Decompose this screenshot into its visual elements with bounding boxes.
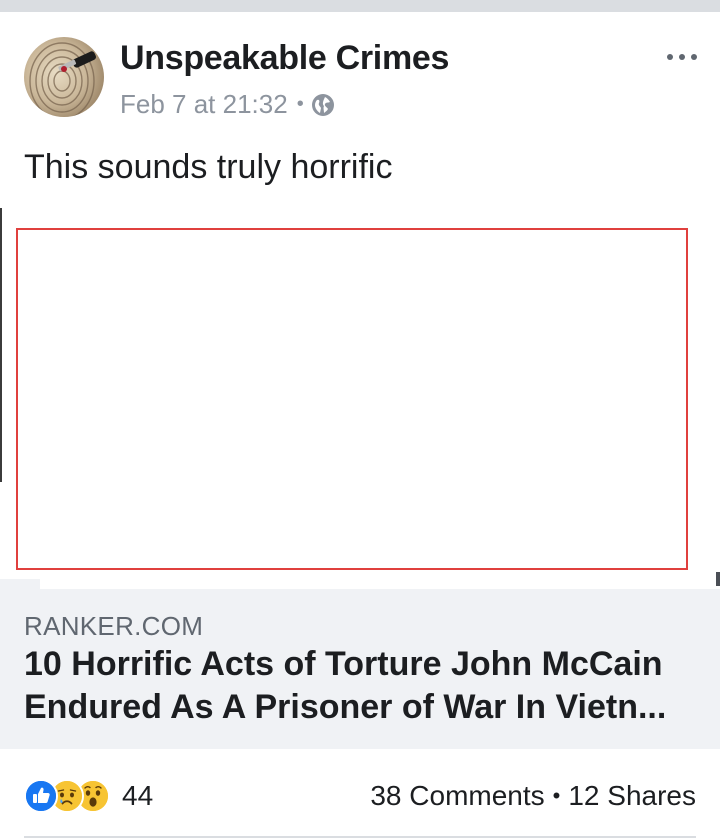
left-edge-mark <box>0 208 2 482</box>
stats-separator: • <box>552 783 561 808</box>
link-title-line-1: 10 Horrific Acts of Torture John McCain <box>24 645 663 683</box>
post-stats: 38 Comments • 12 Shares <box>370 780 696 812</box>
shares-count[interactable]: 12 Shares <box>568 780 696 812</box>
avatar[interactable] <box>24 37 104 117</box>
page-name[interactable]: Unspeakable Crimes <box>120 39 449 78</box>
post-header: Unspeakable Crimes Feb 7 at 21:32 • <box>24 37 697 121</box>
top-separator <box>0 0 720 12</box>
card-edge <box>0 579 40 589</box>
bottom-divider <box>24 836 696 838</box>
post-meta: Feb 7 at 21:32 • <box>120 89 335 120</box>
right-edge-mark <box>716 572 720 586</box>
timestamp[interactable]: Feb 7 at 21:32 <box>120 89 288 120</box>
engagement-bar: 44 38 Comments • 12 Shares <box>24 776 696 816</box>
comments-count[interactable]: 38 Comments <box>370 780 544 812</box>
link-preview-card[interactable]: RANKER.COM 10 Horrific Acts of Torture J… <box>0 579 720 749</box>
post-text: This sounds truly horrific <box>24 148 393 186</box>
link-domain: RANKER.COM <box>24 611 204 641</box>
reactions-summary[interactable] <box>24 779 110 813</box>
more-options-icon[interactable] <box>660 41 704 73</box>
avatar-image <box>29 42 97 117</box>
reaction-count[interactable]: 44 <box>122 780 153 812</box>
link-title[interactable]: 10 Horrific Acts of Torture John McCain … <box>24 643 694 729</box>
globe-icon <box>311 93 335 117</box>
meta-separator: • <box>296 93 304 115</box>
like-icon <box>24 779 58 813</box>
link-title-line-2: Endured As A Prisoner of War In Vietn... <box>24 688 667 726</box>
link-image-placeholder[interactable] <box>16 228 688 570</box>
